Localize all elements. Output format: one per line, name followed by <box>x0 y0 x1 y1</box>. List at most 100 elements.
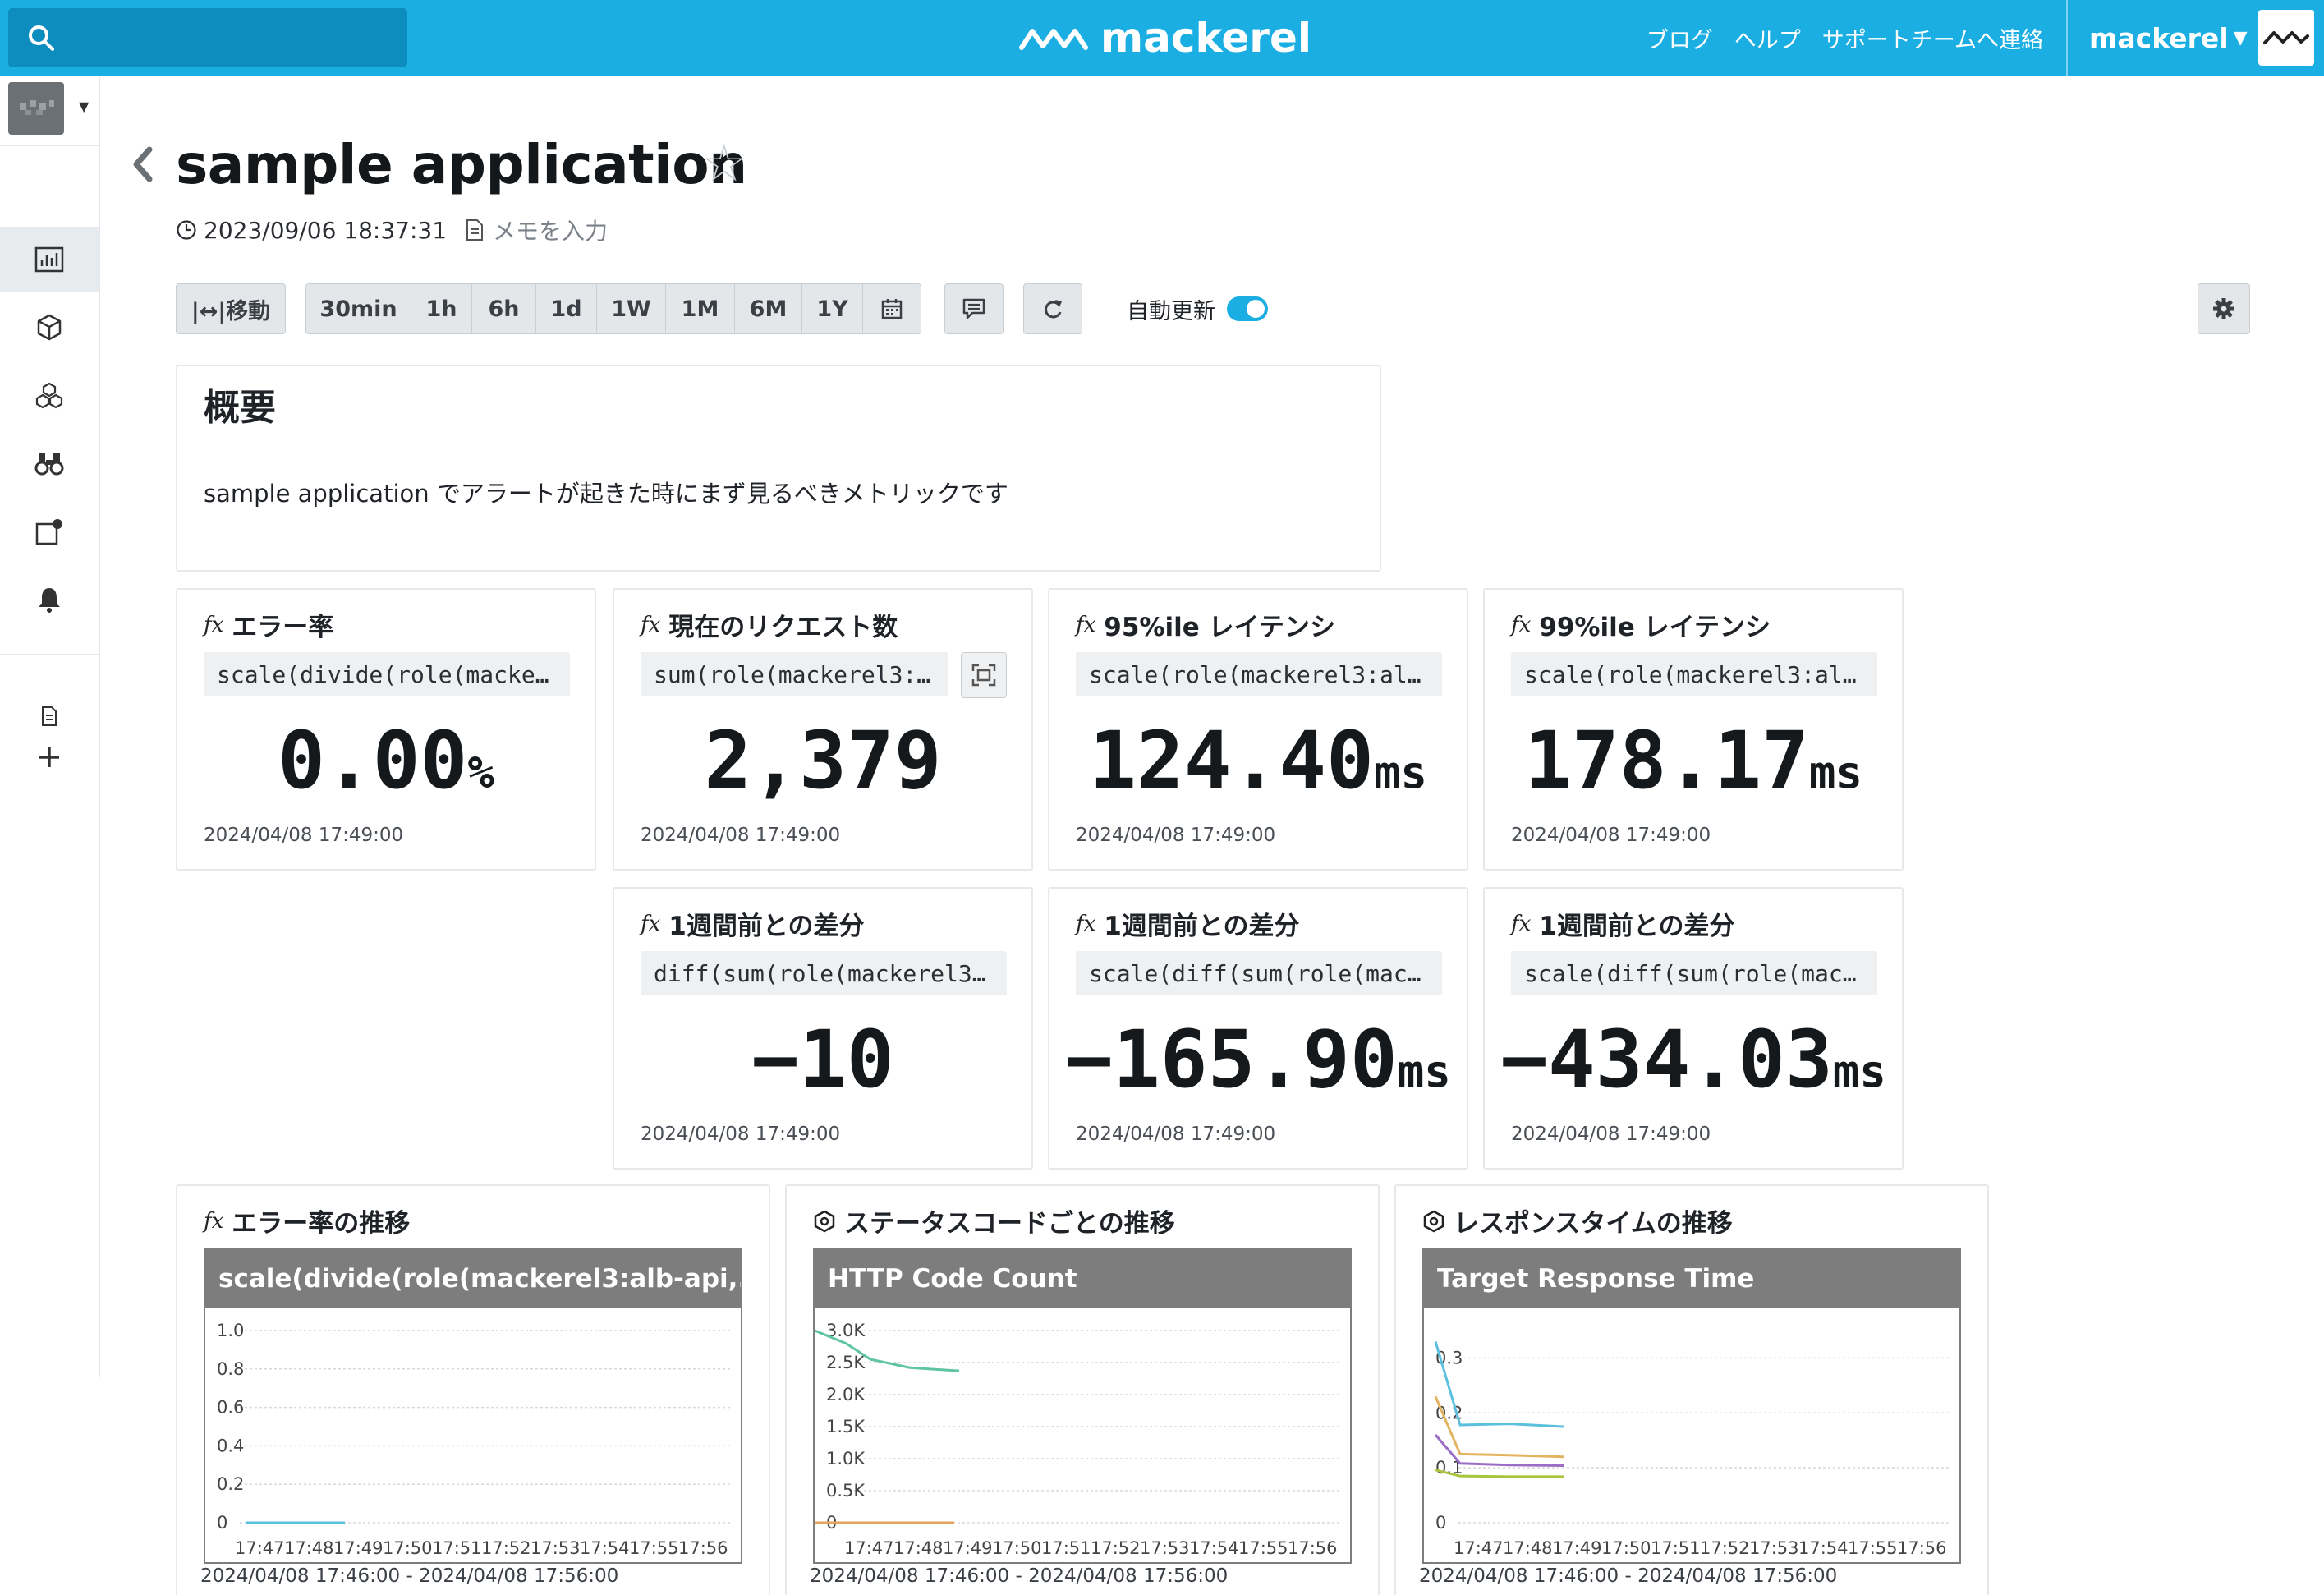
widget-title: エラー率 <box>232 613 334 642</box>
mackerel-logo[interactable]: mackerel <box>1018 14 1312 62</box>
sidebar: ▼ <box>0 76 100 1377</box>
sidebar-item-dashboards[interactable] <box>0 227 99 292</box>
y-tick-label: 0 <box>1435 1513 1446 1533</box>
y-tick-label: 2.5K <box>826 1353 866 1372</box>
range-6h[interactable]: 6h <box>472 284 536 333</box>
x-tick-label: 17:55 <box>629 1538 679 1558</box>
x-tick-label: 17:48 <box>284 1538 334 1558</box>
metric-unit: ms <box>1397 1046 1451 1097</box>
blog-link[interactable]: ブログ <box>1647 22 1713 54</box>
range-1h[interactable]: 1h <box>411 284 472 333</box>
calendar-icon <box>881 299 903 319</box>
range-1m[interactable]: 1M <box>666 284 735 333</box>
expression: scale(role(mackerel3:alb-api,... <box>1511 652 1877 696</box>
sidebar-item-document[interactable] <box>0 693 99 739</box>
sidebar-item-services[interactable] <box>0 363 99 429</box>
line-chart: 1.00.80.60.40.2017:47 17:48 17:49 17:50 17:5… <box>217 1321 733 1558</box>
graph-body[interactable]: 1.0 0.8 0.6 0.4 0.2 0 17:47 17:48 17:49 17:50 17:5… <box>205 1308 741 1562</box>
plus-icon <box>39 747 59 767</box>
annotation-button[interactable] <box>944 283 1004 334</box>
org-switcher[interactable] <box>8 82 64 135</box>
refresh-button[interactable] <box>1023 283 1082 334</box>
graph-widget[interactable]: レスポンスタイムの推移 Target Response Time 0.3 0.2 0… <box>1394 1184 1989 1595</box>
x-tick-label: 17:51 <box>1651 1538 1701 1558</box>
support-link[interactable]: サポートチームへ連絡 <box>1822 22 2043 54</box>
range-1y[interactable]: 1Y <box>802 284 863 333</box>
value-widget[interactable]: fx 1週間前との差分 diff(sum(role(mackerel3:alb-a… <box>613 887 1033 1170</box>
org-menu[interactable]: mackerel ▼ <box>2089 0 2248 76</box>
x-tick-label: 17:47 <box>235 1538 285 1558</box>
x-tick-label: 17:54 <box>580 1538 630 1558</box>
sidebar-item-overview[interactable] <box>0 499 99 565</box>
range-1w[interactable]: 1W <box>597 284 666 333</box>
range-30min[interactable]: 30min <box>306 284 411 333</box>
fx-icon: fx <box>641 612 661 637</box>
widget-title: 1週間前との差分 <box>668 912 865 941</box>
graph-frame: scale(divide(role(mackerel3:alb-api,... … <box>204 1248 742 1564</box>
window-badge-icon <box>35 519 62 545</box>
value-widget[interactable]: fx 1週間前との差分 scale(diff(sum(role(mackerel3… <box>1048 887 1468 1170</box>
graph-body[interactable]: 3.0K 2.5K 2.0K 1.5K 1.0K 0.5K 0 17:47 17:48 17:49… <box>815 1308 1350 1562</box>
graph-title: scale(divide(role(mackerel3:alb-api,... <box>205 1250 741 1308</box>
widget-title: 95%ile レイテンシ <box>1104 613 1335 642</box>
x-tick-label: 17:54 <box>1189 1538 1239 1558</box>
logo-text: mackerel <box>1100 14 1312 62</box>
graph-widget[interactable]: fx エラー率の推移 scale(divide(role(mackerel3:al… <box>176 1184 770 1595</box>
document-icon <box>42 706 57 726</box>
page-title: sample application <box>176 133 747 196</box>
expand-button[interactable] <box>961 652 1007 698</box>
value-widget[interactable]: fx 1週間前との差分 scale(diff(sum(role(mackerel3… <box>1483 887 1904 1170</box>
y-tick-label: 0 <box>217 1513 227 1533</box>
expression: scale(diff(sum(role(mackerel3:alb-api,..… <box>1511 951 1877 995</box>
expression: diff(sum(role(mackerel3:alb-api,... <box>641 951 1007 995</box>
fx-icon: fx <box>204 612 224 637</box>
expression: scale(diff(sum(role(mackerel3:alb-api,..… <box>1076 951 1442 995</box>
x-tick-label: 17:53 <box>530 1538 581 1558</box>
fx-icon: fx <box>1076 911 1096 936</box>
comment-icon <box>962 298 985 319</box>
search-input[interactable] <box>8 8 407 67</box>
settings-button[interactable] <box>2198 283 2250 334</box>
chevron-left-icon <box>133 146 153 182</box>
graph-time-range: 2024/04/08 17:46:00 - 2024/04/08 17:56:0… <box>1419 1565 1838 1587</box>
value-widget[interactable]: fx 99%ile レイテンシ scale(role(mackerel3:alb-… <box>1483 588 1904 871</box>
auto-refresh: 自動更新 <box>1127 292 1268 325</box>
range-6m[interactable]: 6M <box>735 284 802 333</box>
calendar-button[interactable] <box>863 284 921 333</box>
overview-text: sample application でアラートが起きた時にまず見るべきメトリッ… <box>204 480 1008 508</box>
x-tick-label: 17:51 <box>432 1538 482 1558</box>
graph-body[interactable]: 0.3 0.2 0.1 0 17:47 17:48 17:49 17:50 17:51 17:52… <box>1424 1308 1959 1562</box>
widget-title: レスポンスタイムの推移 <box>1454 1209 1733 1239</box>
refresh-icon <box>1045 300 1062 319</box>
value-widget[interactable]: fx 95%ile レイテンシ scale(role(mackerel3:alb-… <box>1048 588 1468 871</box>
header-divider <box>2066 0 2068 76</box>
x-tick-label: 17:54 <box>1798 1538 1849 1558</box>
overview-panel: 概要 sample application でアラートが起きた時にまず見るべきメ… <box>176 365 1381 572</box>
sidebar-item-alerts[interactable] <box>0 567 99 632</box>
value-widget[interactable]: fx エラー率 scale(divide(role(mackerel3:alb-a… <box>176 588 596 871</box>
move-button[interactable]: |↔|移動 <box>176 283 286 334</box>
value-widget[interactable]: fx 現在のリクエスト数 sum(role(mackerel3:alb-api,.… <box>613 588 1033 871</box>
metric-value: −165.90ms <box>1065 1014 1451 1105</box>
hexagon-icon <box>814 1210 835 1232</box>
metric-value: 0.00% <box>278 715 494 807</box>
star-icon[interactable]: ☆ <box>701 138 747 189</box>
graph-widget[interactable]: ステータスコードごとの推移 HTTP Code Count 3.0K 2.5K 2.… <box>785 1184 1380 1595</box>
y-tick-label: 0.4 <box>217 1436 244 1455</box>
auto-refresh-toggle[interactable] <box>1227 296 1268 321</box>
back-button[interactable] <box>130 146 156 186</box>
graph-time-range: 2024/04/08 17:46:00 - 2024/04/08 17:56:0… <box>810 1565 1229 1587</box>
range-1d[interactable]: 1d <box>536 284 597 333</box>
memo-input[interactable]: メモを入力 <box>493 214 608 246</box>
sidebar-item-hosts[interactable] <box>0 294 99 360</box>
x-tick-label: 17:55 <box>1238 1538 1288 1558</box>
hexagon-icon <box>1423 1210 1444 1232</box>
metric-value: 2,379 <box>704 715 942 807</box>
metric-unit: ms <box>1808 747 1862 798</box>
help-link[interactable]: ヘルプ <box>1734 22 1801 54</box>
user-avatar[interactable] <box>2258 10 2314 66</box>
widget-title: 1週間前との差分 <box>1539 912 1735 941</box>
sidebar-add-button[interactable] <box>0 734 99 780</box>
sidebar-item-monitors[interactable] <box>0 430 99 496</box>
org-switch-caret-icon[interactable]: ▼ <box>79 99 89 114</box>
